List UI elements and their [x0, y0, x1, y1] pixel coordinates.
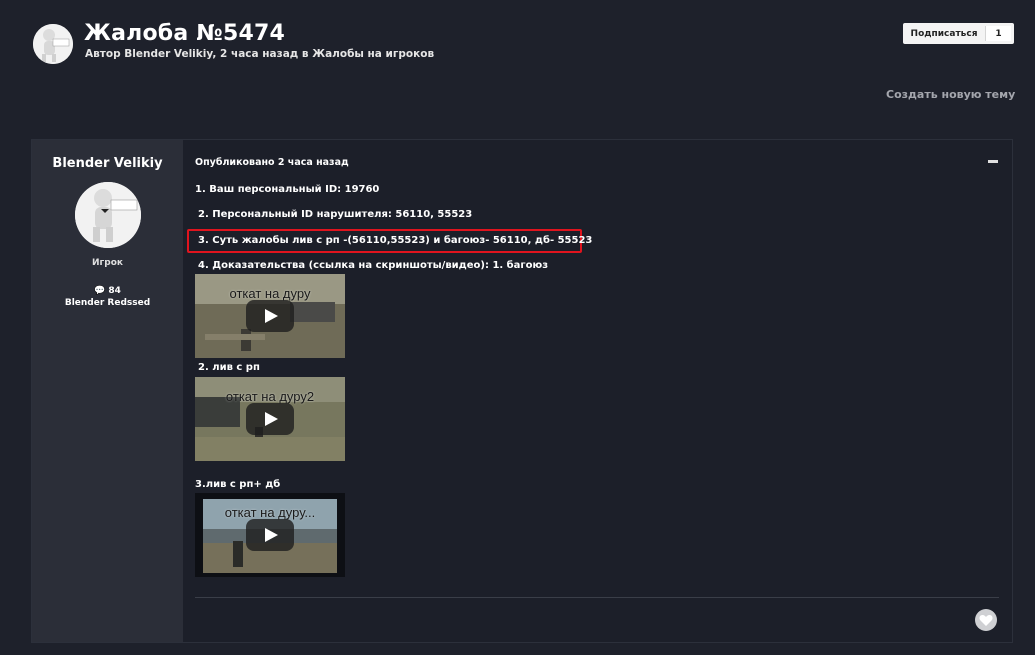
follow-count-badge: 1: [985, 26, 1011, 41]
video-embed[interactable]: откат на дуру2: [195, 377, 345, 461]
author-secondary-name: Blender Redssed: [64, 298, 151, 308]
post-divider: [195, 597, 999, 598]
like-button[interactable]: [975, 609, 997, 631]
video-embed[interactable]: откат на дуру...: [195, 493, 345, 577]
avatar-icon: [33, 24, 73, 64]
author-panel: Blender Velikiy Игрок 💬 84 Blender Redss…: [32, 140, 183, 642]
play-icon[interactable]: [246, 403, 294, 435]
author-rank: Игрок: [92, 258, 123, 268]
follow-button-label: Подписаться: [910, 28, 978, 39]
post-date: Опубликовано 2 часа назад: [195, 157, 349, 168]
collapse-icon[interactable]: [988, 160, 998, 163]
topic-meta: Автор Blender Velikiy, 2 часа назад в Жа…: [85, 48, 435, 60]
video-title: откат на дуру: [229, 286, 311, 301]
topic-author-avatar[interactable]: [33, 24, 73, 64]
post-line: 1. Ваш персональный ID: 19760: [195, 184, 380, 195]
post-line-highlighted: 3. Суть жалобы лив с рп -(56110,55523) и…: [198, 235, 593, 246]
follow-button[interactable]: Подписаться 1: [903, 23, 1014, 44]
top-strip: [0, 0, 1035, 4]
post-line: 3.лив с рп+ дб: [195, 479, 281, 490]
post-line: 2. лив с рп: [198, 362, 260, 373]
post-line: 4. Доказательства (ссылка на скриншоты/в…: [198, 260, 549, 271]
heart-icon: [979, 614, 993, 626]
post-container: Blender Velikiy Игрок 💬 84 Blender Redss…: [31, 139, 1013, 643]
play-icon[interactable]: [246, 300, 294, 332]
author-name[interactable]: Blender Velikiy: [32, 156, 183, 171]
author-post-count: 💬 84: [94, 286, 121, 296]
avatar-icon: [75, 182, 141, 248]
video-embed[interactable]: откат на дуру: [195, 274, 345, 358]
play-icon[interactable]: [246, 519, 294, 551]
post-line: 2. Персональный ID нарушителя: 56110, 55…: [198, 209, 473, 220]
video-title: откат на дуру...: [224, 505, 316, 520]
author-avatar[interactable]: [75, 182, 141, 248]
video-title: откат на дуру2: [225, 389, 315, 404]
new-topic-link[interactable]: Создать новую тему: [886, 88, 1015, 101]
page-title: Жалоба №5474: [84, 21, 285, 46]
